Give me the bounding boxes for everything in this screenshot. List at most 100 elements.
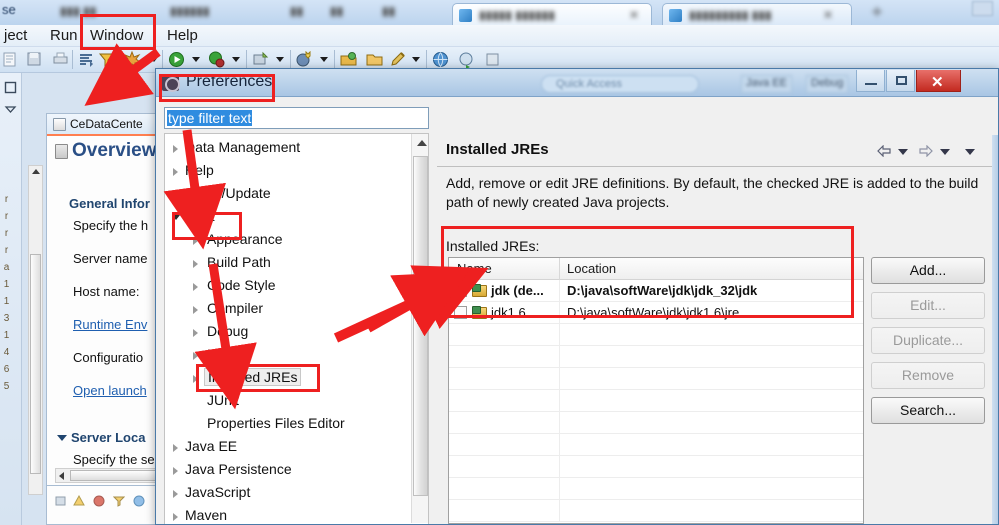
jre-default-checkbox[interactable] xyxy=(454,306,467,319)
link-icon[interactable] xyxy=(133,494,145,507)
chevron-right-icon[interactable] xyxy=(173,191,178,199)
tree-item-compiler[interactable]: Compiler xyxy=(165,298,412,321)
table-row[interactable]: jdk1.6 D:\java\softWare\jdk\jdk1.6\jre xyxy=(449,302,863,324)
browser-tab-1[interactable]: ▮▮▮▮▮ ▮▮▮▮▮▮ ✕ xyxy=(452,3,652,25)
scroll-up-arrow-icon[interactable] xyxy=(417,140,427,146)
forward-dropdown-icon[interactable] xyxy=(940,149,950,155)
chevron-right-icon[interactable] xyxy=(173,168,178,176)
chevron-right-icon[interactable] xyxy=(193,352,198,360)
view-menu-icon[interactable] xyxy=(965,149,975,155)
toolbar-icon-globe[interactable] xyxy=(432,51,449,68)
tree-item-debug[interactable]: Debug xyxy=(165,321,412,344)
table-row[interactable]: jdk (de... D:\java\softWare\jdk\jdk_32\j… xyxy=(449,280,863,302)
chevron-down-icon[interactable] xyxy=(172,215,180,220)
browser-tab-2[interactable]: ▮▮▮▮▮▮▮▮▮ ▮▮▮ ✕ xyxy=(662,3,852,25)
toolbar-dropdown-arrow-5[interactable] xyxy=(320,57,328,62)
tree-item-java-ee[interactable]: Java EE xyxy=(165,436,412,459)
menu-item-window[interactable]: Window xyxy=(86,27,147,44)
tree-item-maven[interactable]: Maven xyxy=(165,505,412,524)
toolbar-icon-more[interactable] xyxy=(484,51,501,68)
editor-tab-label[interactable]: CeDataCente xyxy=(70,117,143,131)
duplicate-button[interactable]: Duplicate... xyxy=(871,327,985,354)
scrollbar-thumb[interactable] xyxy=(413,156,428,496)
outline-scrollbar[interactable] xyxy=(28,165,43,495)
chevron-right-icon[interactable] xyxy=(193,260,198,268)
menu-item-help[interactable]: Help xyxy=(163,27,202,44)
tree-item-editor[interactable]: Editor xyxy=(165,344,412,367)
toolbar-dropdown-arrow-4[interactable] xyxy=(276,57,284,62)
dialog-right-edge-scrollbar[interactable] xyxy=(992,135,998,524)
tree-item-installed-jres[interactable]: Installed JREs xyxy=(165,367,412,390)
chevron-right-icon[interactable] xyxy=(173,513,178,521)
tree-item-data-management[interactable]: Data Management xyxy=(165,137,412,160)
menu-item-project[interactable]: ject xyxy=(0,27,31,44)
toolbar-icon-run[interactable] xyxy=(168,51,185,68)
restore-view-icon[interactable] xyxy=(4,81,17,94)
toolbar-icon-coverage[interactable] xyxy=(296,50,313,68)
toolbar-dropdown-arrow-3[interactable] xyxy=(232,57,240,62)
tree-item-java[interactable]: Java xyxy=(165,206,412,229)
chevron-right-icon[interactable] xyxy=(173,444,178,452)
toolbar-dropdown-arrow-6[interactable] xyxy=(412,57,420,62)
tree-vertical-scrollbar[interactable] xyxy=(411,134,428,523)
column-header-location[interactable]: Location xyxy=(567,261,616,276)
forward-arrow-icon[interactable] xyxy=(919,144,933,158)
tree-item-code-style[interactable]: Code Style xyxy=(165,275,412,298)
view-menu-chevron-icon[interactable] xyxy=(4,103,17,116)
scroll-left-arrow-icon[interactable] xyxy=(59,472,64,480)
server-locations-twisty-icon[interactable] xyxy=(57,435,67,441)
toolbar-icon-debug[interactable] xyxy=(208,51,225,68)
open-launch-config-link[interactable]: Open launch xyxy=(73,383,147,398)
toolbar-icon-open-type[interactable] xyxy=(340,51,357,68)
column-header-name[interactable]: Name xyxy=(457,261,492,276)
chevron-right-icon[interactable] xyxy=(193,237,198,245)
filter-icon[interactable] xyxy=(112,494,126,507)
toolbar-icon-save[interactable] xyxy=(26,51,43,68)
filter-input[interactable]: type filter text xyxy=(164,107,429,129)
chevron-right-icon[interactable] xyxy=(173,145,178,153)
chevron-right-icon[interactable] xyxy=(193,329,198,337)
installed-jres-table[interactable]: Name Location jdk (de... D:\java\softWar… xyxy=(448,257,864,524)
add-button[interactable]: Add... xyxy=(871,257,985,284)
toolbar-icon-print[interactable] xyxy=(52,51,69,68)
close-button[interactable]: ✕ xyxy=(916,70,961,92)
perspective-button-javaee[interactable]: Java EE xyxy=(741,75,792,93)
runtime-environment-link[interactable]: Runtime Env xyxy=(73,317,147,332)
edit-button[interactable]: Edit... xyxy=(871,292,985,319)
scroll-up-arrow-icon[interactable] xyxy=(32,169,40,174)
toolbar-icon-open-folder[interactable] xyxy=(366,51,383,68)
tree-item-junit[interactable]: JUnit xyxy=(165,390,412,413)
remove-button[interactable]: Remove xyxy=(871,362,985,389)
maximize-button[interactable] xyxy=(886,70,915,92)
toolbar-icon-search-filter[interactable] xyxy=(98,51,115,68)
quick-access-input[interactable]: Quick Access xyxy=(541,75,699,93)
dialog-title-bar[interactable]: Preferences Quick Access Java EE Debug ✕ xyxy=(156,69,998,97)
chevron-right-icon[interactable] xyxy=(193,283,198,291)
toolbar-icon-lines[interactable] xyxy=(78,51,95,68)
browser-window-button[interactable] xyxy=(972,1,993,16)
search-button[interactable]: Search... xyxy=(871,397,985,424)
servers-view-icon[interactable] xyxy=(55,494,67,506)
toolbar-icon-pencil[interactable] xyxy=(390,51,407,68)
toolbar-icon-refresh[interactable] xyxy=(458,51,475,69)
tree-item-properties-files-editor[interactable]: Properties Files Editor xyxy=(165,413,412,436)
back-arrow-icon[interactable] xyxy=(877,144,891,158)
tree-item-install-update[interactable]: Install/Update xyxy=(165,183,412,206)
tree-item-appearance[interactable]: Appearance xyxy=(165,229,412,252)
toolbar-icon-server[interactable] xyxy=(252,51,269,68)
toolbar-dropdown-arrow-2[interactable] xyxy=(192,57,200,62)
menu-item-run[interactable]: Run xyxy=(46,27,82,44)
tree-item-help[interactable]: Help xyxy=(165,160,412,183)
tree-item-java-persistence[interactable]: Java Persistence xyxy=(165,459,412,482)
minimize-button[interactable] xyxy=(856,70,885,92)
back-dropdown-icon[interactable] xyxy=(898,149,908,155)
tree-item-javascript[interactable]: JavaScript xyxy=(165,482,412,505)
chevron-right-icon[interactable] xyxy=(193,306,198,314)
chevron-right-icon[interactable] xyxy=(193,375,198,383)
perspective-button-debug[interactable]: Debug xyxy=(806,75,849,93)
scrollbar-thumb[interactable] xyxy=(30,254,41,474)
chevron-right-icon[interactable] xyxy=(173,490,178,498)
toolbar-icon-external-tools[interactable] xyxy=(122,50,142,69)
chevron-right-icon[interactable] xyxy=(173,467,178,475)
toolbar-dropdown-arrow-1[interactable] xyxy=(150,57,158,62)
